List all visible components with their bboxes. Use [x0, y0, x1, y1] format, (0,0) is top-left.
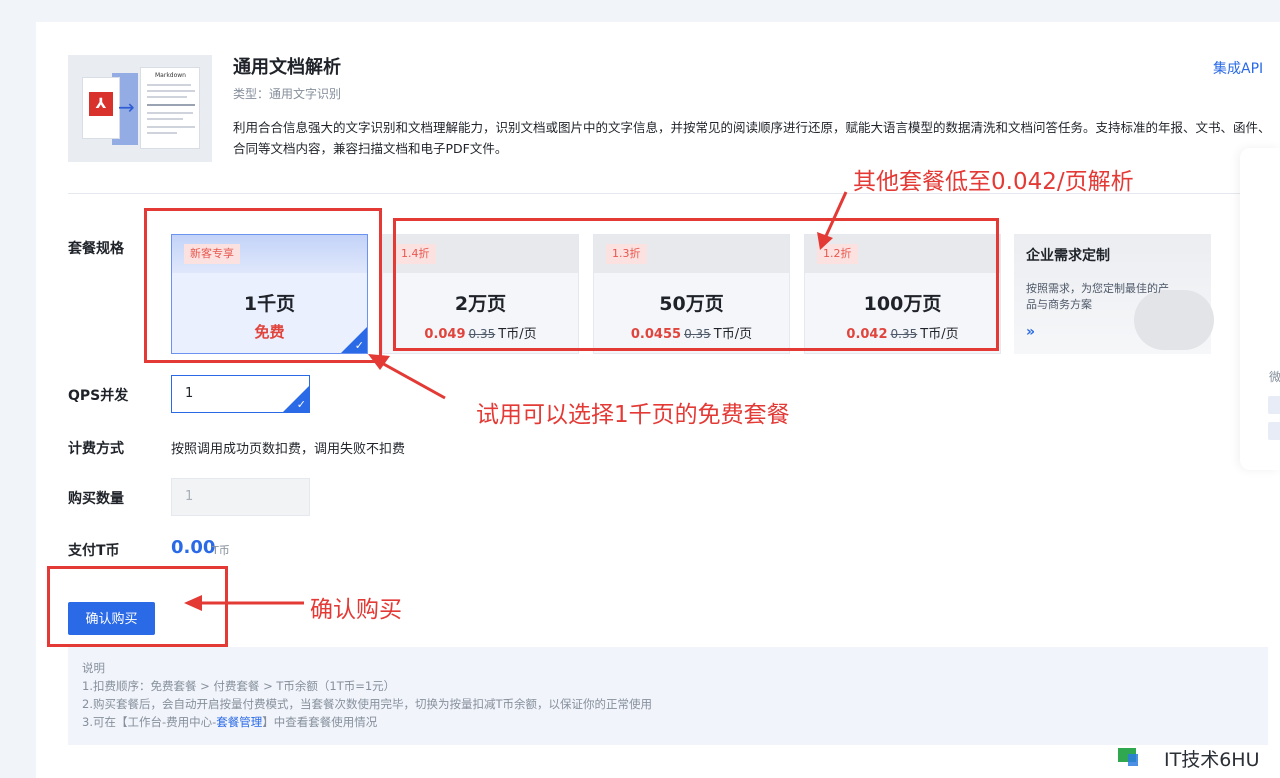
arrow-confirm — [184, 595, 304, 611]
annotation-arrows — [184, 191, 848, 611]
arrow-trial — [368, 354, 446, 400]
watermark-text: IT技术6HU — [1164, 749, 1260, 771]
arrow-other-packages — [817, 191, 848, 250]
watermark-logo-icon — [1118, 748, 1138, 766]
